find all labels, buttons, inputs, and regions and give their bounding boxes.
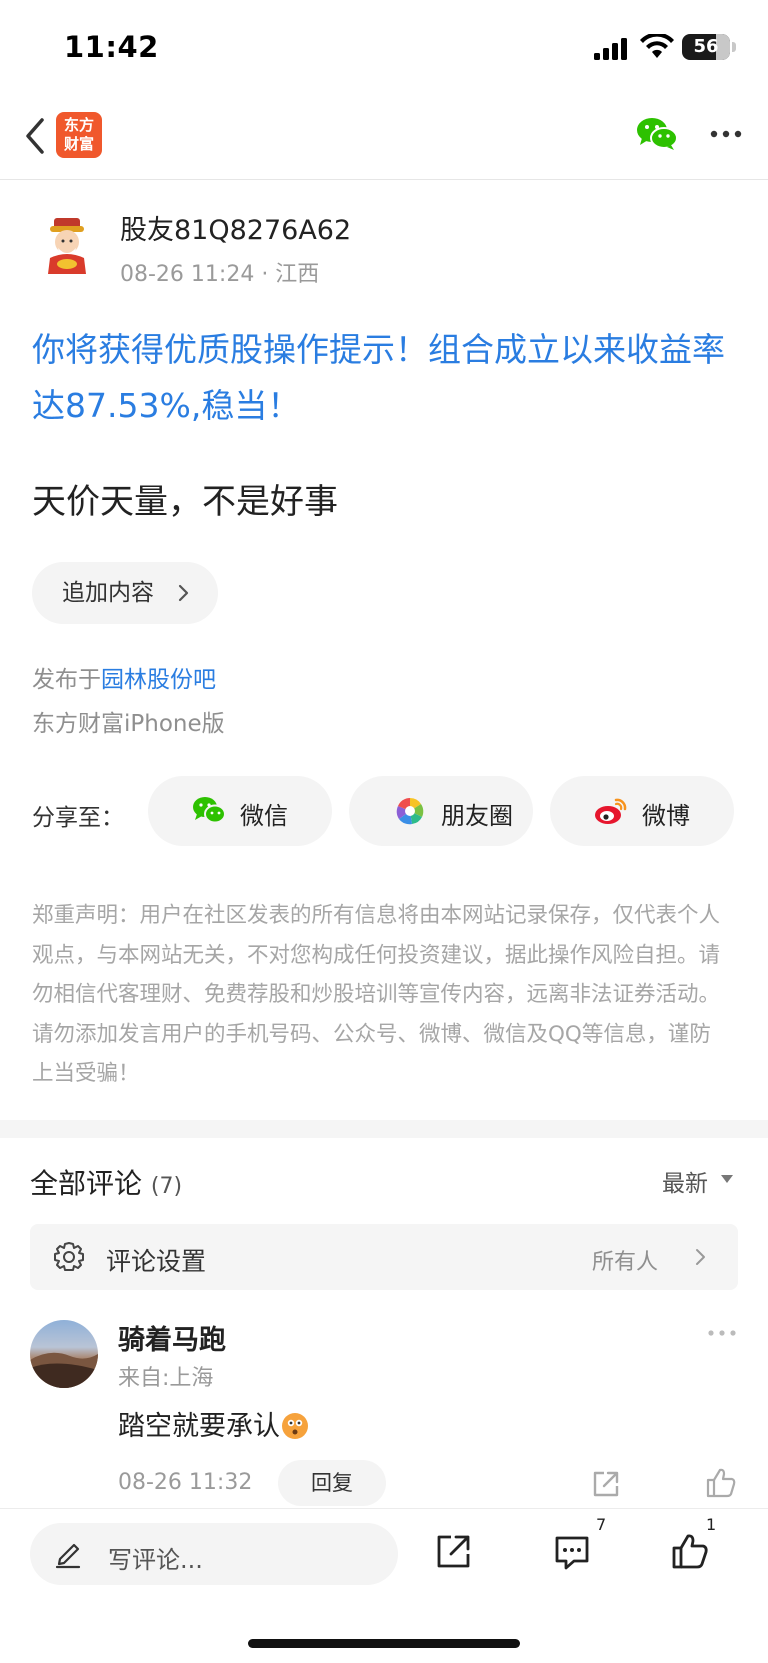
battery-tip — [732, 42, 736, 52]
comment-settings-label: 评论设置 — [106, 1247, 207, 1276]
share-wechat-label: 微信 — [240, 802, 288, 830]
app-logo[interactable]: 东方 财富 — [56, 112, 102, 158]
back-icon[interactable] — [16, 114, 56, 158]
share-moments-label: 朋友圈 — [441, 802, 513, 830]
signal-icon — [594, 38, 627, 60]
battery-icon: 56 — [682, 34, 730, 60]
share-weibo-button[interactable]: 微博 — [550, 776, 734, 846]
append-content-button[interactable]: 追加内容 — [32, 562, 218, 624]
status-time: 11:42 — [64, 30, 159, 64]
comment-settings-row[interactable]: 评论设置 所有人 — [30, 1224, 738, 1290]
emoji-icon — [282, 1413, 308, 1439]
comment-time: 08-26 11:32 — [118, 1470, 253, 1495]
comment-count: 7 — [596, 1515, 607, 1534]
logo-line-1: 东方 — [63, 116, 94, 134]
comments-title-label: 全部评论 — [30, 1167, 143, 1200]
comment-icon[interactable] — [552, 1533, 592, 1571]
client-info: 东方财富iPhone版 — [32, 711, 225, 737]
chevron-right-icon — [696, 1249, 705, 1265]
write-comment-input[interactable]: 写评论... — [30, 1523, 398, 1585]
share-moments-button[interactable]: 朋友圈 — [349, 776, 533, 846]
author-avatar[interactable] — [36, 214, 98, 276]
home-indicator[interactable] — [248, 1639, 520, 1648]
sort-dropdown[interactable]: 最新 — [662, 1164, 708, 1198]
desert-avatar-image — [30, 1352, 98, 1388]
forum-link[interactable]: 园林股份吧 — [101, 667, 216, 693]
author-name[interactable]: 股友81Q8276A62 — [120, 208, 351, 247]
wifi-icon — [640, 34, 674, 58]
status-bar: 11:42 56 — [0, 0, 768, 96]
post-title[interactable]: 你将获得优质股操作提示！组合成立以来收益率达87.53%,稳当！ — [32, 322, 742, 434]
gear-icon — [54, 1242, 84, 1271]
share-wechat-button[interactable]: 微信 — [148, 776, 332, 846]
logo-line-2: 财富 — [63, 135, 94, 153]
moments-icon — [396, 797, 424, 825]
more-icon[interactable] — [706, 1326, 738, 1340]
section-divider — [0, 1120, 768, 1138]
share-icon[interactable] — [590, 1468, 622, 1500]
share-weibo-label: 微博 — [642, 802, 690, 830]
wechat-icon[interactable] — [636, 116, 678, 152]
nav-bar: 东方 财富 — [0, 96, 768, 180]
comment-settings-value: 所有人 — [592, 1250, 659, 1275]
comments-count: (7) — [150, 1174, 183, 1199]
chevron-right-icon — [178, 584, 189, 602]
share-label: 分享至： — [32, 805, 124, 831]
post-body: 天价天量，不是好事 — [32, 482, 338, 522]
published-prefix: 发布于 — [32, 667, 101, 693]
more-icon[interactable] — [706, 116, 746, 152]
pencil-icon — [55, 1543, 81, 1569]
weibo-icon — [595, 798, 627, 824]
like-icon[interactable] — [704, 1466, 738, 1500]
commenter-location: 来自:上海 — [118, 1366, 214, 1391]
like-icon[interactable] — [670, 1531, 710, 1571]
commenter-name[interactable]: 骑着马跑 — [118, 1318, 226, 1357]
bottom-bar: 写评论... 7 1 — [0, 1508, 768, 1663]
wechat-icon — [193, 797, 226, 824]
comment-text: 踏空就要承认 — [118, 1404, 308, 1443]
like-count: 1 — [706, 1515, 717, 1534]
published-in: 发布于园林股份吧 — [32, 660, 216, 694]
comment-text-content: 踏空就要承认 — [118, 1411, 280, 1442]
post-meta: 08-26 11:24 · 江西 — [120, 262, 320, 287]
caret-down-icon[interactable] — [720, 1174, 734, 1184]
share-icon[interactable] — [434, 1531, 474, 1571]
commenter-avatar[interactable] — [30, 1320, 98, 1388]
reply-button[interactable]: 回复 — [278, 1460, 386, 1506]
battery-level: 56 — [693, 36, 719, 57]
append-content-label: 追加内容 — [62, 580, 154, 606]
write-comment-placeholder: 写评论... — [108, 1546, 203, 1574]
disclaimer: 郑重声明：用户在社区发表的所有信息将由本网站记录保存，仅代表个人观点，与本网站无… — [32, 903, 721, 1086]
comments-title: 全部评论 (7) — [30, 1162, 182, 1202]
